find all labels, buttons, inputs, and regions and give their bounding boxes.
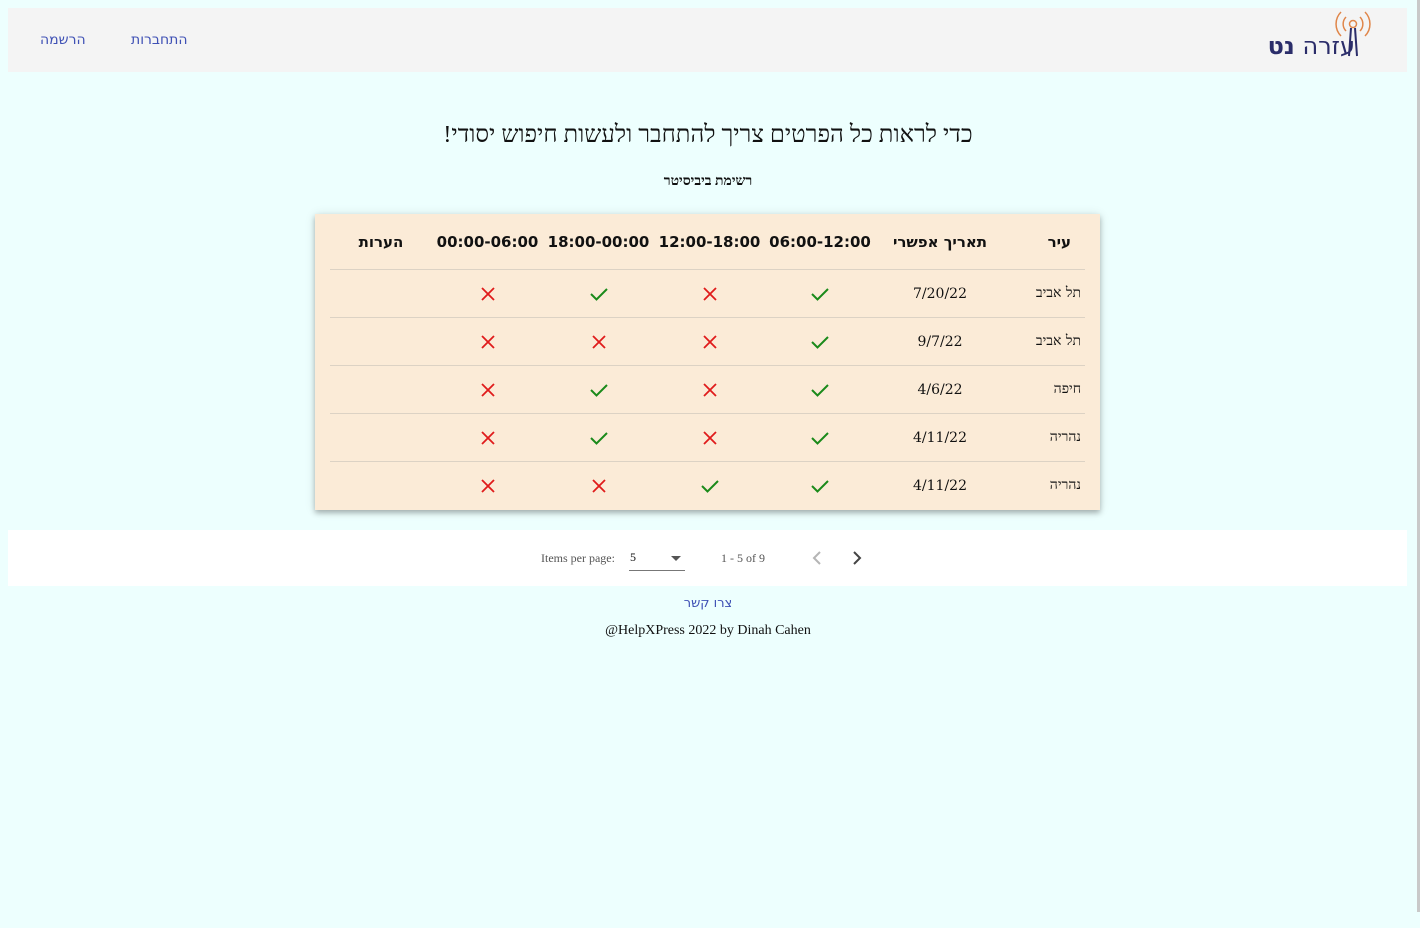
login-link[interactable]: התחברות: [131, 32, 188, 48]
column-header-notes[interactable]: הערות: [330, 214, 432, 270]
cross-icon: [654, 317, 765, 366]
cell-notes: [330, 317, 432, 366]
column-header-evening[interactable]: 18:00-00:00: [543, 214, 654, 270]
logo[interactable]: עזרה נט: [1268, 8, 1375, 72]
babysitter-table-card: עיר תאריך אפשרי 06:00-12:00 12:00-18:00 …: [315, 214, 1100, 510]
chevron-right-icon: [853, 551, 862, 565]
cell-notes: [330, 365, 432, 414]
cross-icon: [654, 413, 765, 462]
previous-page-button[interactable]: [805, 546, 829, 570]
cell-notes: [330, 462, 432, 510]
cell-date: 4/6/22: [875, 365, 1005, 414]
cell-city: תל אביב: [1005, 269, 1085, 318]
cell-notes: [330, 269, 432, 318]
column-header-city[interactable]: עיר: [1005, 214, 1085, 270]
table-row[interactable]: תל אביב 9/7/22: [330, 317, 1085, 366]
column-header-afternoon[interactable]: 12:00-18:00: [654, 214, 765, 270]
cross-icon: [432, 269, 543, 318]
table-body: תל אביב 7/20/22 תל אביב 9/7/22 חיפה 4/6/22 נהר…: [330, 269, 1085, 510]
cell-city: חיפה: [1005, 365, 1085, 414]
chevron-left-icon: [812, 551, 821, 565]
cross-icon: [654, 269, 765, 318]
table-row[interactable]: נהריה 4/11/22: [330, 413, 1085, 462]
cell-date: 4/11/22: [875, 413, 1005, 462]
cell-notes: [330, 413, 432, 462]
page-range-label: 1 - 5 of 9: [721, 551, 765, 565]
check-icon: [765, 317, 875, 366]
copyright-text: @HelpXPress 2022 by Dinah Cahen: [605, 623, 811, 638]
check-icon: [765, 462, 875, 510]
column-header-morning[interactable]: 06:00-12:00: [765, 214, 875, 270]
check-icon: [765, 365, 875, 414]
table-header-row: עיר תאריך אפשרי 06:00-12:00 12:00-18:00 …: [330, 214, 1085, 270]
logo-text-light: עזרה: [1302, 32, 1355, 60]
cross-icon: [432, 365, 543, 414]
check-icon: [543, 365, 654, 414]
check-icon: [765, 269, 875, 318]
check-icon: [765, 413, 875, 462]
table-row[interactable]: נהריה 4/11/22: [330, 462, 1085, 510]
page-size-value: 5: [630, 550, 636, 564]
column-header-date[interactable]: תאריך אפשרי: [875, 214, 1005, 270]
cell-city: תל אביב: [1005, 317, 1085, 366]
page-subtitle: רשימת ביביסיטר: [663, 174, 753, 189]
cell-date: 7/20/22: [875, 269, 1005, 318]
table-row[interactable]: חיפה 4/6/22: [330, 365, 1085, 414]
contact-link[interactable]: צרו קשר: [0, 596, 1416, 611]
top-toolbar: התחברות הרשמה עזרה נט: [8, 8, 1407, 72]
babysitter-table: עיר תאריך אפשרי 06:00-12:00 12:00-18:00 …: [330, 214, 1085, 509]
cell-date: 4/11/22: [913, 477, 967, 494]
logo-text-bold: נט: [1267, 32, 1295, 60]
logo-text: עזרה נט: [1268, 32, 1355, 60]
dropdown-arrow-icon: [671, 556, 681, 561]
next-page-button[interactable]: [845, 546, 869, 570]
cell-city: נהריה: [1049, 477, 1081, 493]
check-icon: [543, 413, 654, 462]
table-row[interactable]: תל אביב 7/20/22: [330, 269, 1085, 318]
register-link[interactable]: הרשמה: [40, 32, 86, 48]
page-title: כדי לראות כל הפרטים צריך להתחבר ולעשות ח…: [443, 122, 973, 148]
cross-icon: [432, 462, 543, 510]
cell-date: 9/7/22: [875, 317, 1005, 366]
cross-icon: [432, 413, 543, 462]
check-icon: [654, 462, 765, 510]
column-header-night[interactable]: 00:00-06:00: [432, 214, 543, 270]
cell-city: נהריה: [1005, 413, 1085, 462]
items-per-page-label: Items per page:: [541, 551, 615, 565]
paginator: Items per page: 5 1 - 5 of 9: [8, 530, 1407, 586]
cross-icon: [432, 317, 543, 366]
check-icon: [543, 269, 654, 318]
cross-icon: [543, 462, 654, 510]
page-size-select[interactable]: 5: [629, 548, 685, 571]
cross-icon: [654, 365, 765, 414]
cross-icon: [543, 317, 654, 366]
